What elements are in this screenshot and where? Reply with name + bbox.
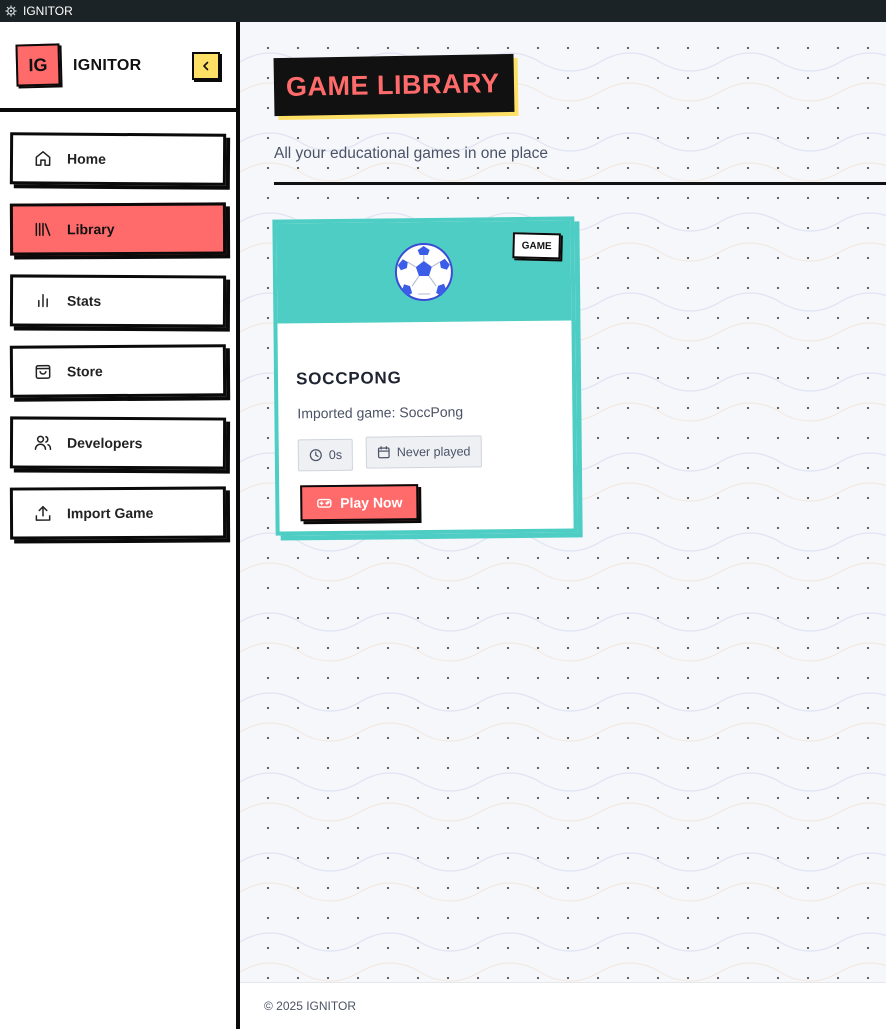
- collapse-sidebar-button[interactable]: [192, 52, 220, 80]
- window-title: IGNITOR: [23, 4, 73, 18]
- home-icon: [35, 151, 51, 166]
- last-played-chip: Never played: [365, 435, 482, 469]
- sidebar-item-developers[interactable]: Developers: [9, 416, 227, 470]
- sidebar-item-label: Developers: [66, 434, 143, 452]
- sidebar-item-label: Library: [66, 221, 115, 238]
- sidebar-item-stats[interactable]: Stats: [9, 274, 227, 328]
- chevron-left-icon: [203, 61, 209, 71]
- footer: © 2025 IGNITOR: [240, 982, 886, 1029]
- last-played-value: Never played: [396, 444, 471, 460]
- sidebar-item-label: Store: [66, 363, 103, 380]
- sidebar-item-home[interactable]: Home: [9, 132, 227, 186]
- app-logo[interactable]: IG: [15, 43, 61, 87]
- playtime-chip: 0s: [297, 438, 354, 472]
- sidebar-header: IG IGNITOR: [0, 22, 236, 112]
- window-titlebar: IGNITOR: [0, 0, 886, 22]
- game-card[interactable]: GAME SOCCPONG Imported game: SoccPong 0s…: [272, 216, 578, 536]
- bar-chart-icon: [38, 294, 48, 308]
- shopping-bag-icon: [35, 364, 51, 379]
- sidebar-item-label: Import Game: [66, 504, 154, 522]
- sidebar-item-import-game[interactable]: Import Game: [9, 486, 227, 540]
- game-title: SOCCPONG: [295, 368, 402, 389]
- soccer-ball-icon: [394, 243, 453, 302]
- library-icon: [35, 222, 51, 237]
- gamepad-icon: [316, 498, 332, 508]
- clock-icon: [309, 449, 322, 462]
- page-title: GAME LIBRARY: [273, 53, 514, 117]
- playtime-value: 0s: [328, 447, 343, 463]
- sidebar-item-label: Stats: [66, 292, 102, 309]
- page-subtitle: All your educational games in one place: [274, 145, 549, 162]
- sidebar-item-store[interactable]: Store: [9, 344, 227, 398]
- game-description: Imported game: SoccPong: [297, 403, 464, 422]
- title-divider: [274, 182, 886, 185]
- copyright-text: © 2025 IGNITOR: [264, 999, 356, 1013]
- app-brand-name: IGNITOR: [73, 57, 142, 74]
- sidebar-item-library[interactable]: Library: [9, 202, 227, 256]
- gear-app-icon: [5, 5, 17, 17]
- users-icon: [34, 435, 52, 451]
- sidebar-item-label: Home: [66, 150, 106, 167]
- calendar-icon: [377, 446, 390, 459]
- upload-icon: [35, 505, 51, 521]
- game-card-banner: GAME: [276, 220, 572, 324]
- main-content[interactable]: GAME LIBRARY All your educational games …: [240, 22, 886, 982]
- play-now-button[interactable]: Play Now: [300, 484, 419, 522]
- sidebar: IG IGNITOR Home Library Stats Store Deve…: [0, 22, 240, 1029]
- play-now-label: Play Now: [340, 494, 403, 511]
- game-type-badge: GAME: [512, 232, 561, 260]
